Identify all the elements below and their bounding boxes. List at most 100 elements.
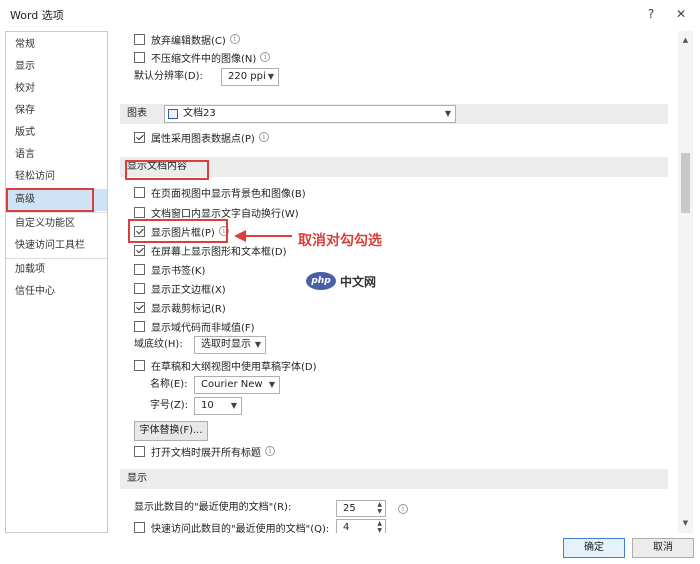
- show-bookmarks-checkbox[interactable]: [134, 263, 145, 275]
- option-label: 显示正文边框(X): [151, 284, 226, 296]
- watermark: php 中文网: [306, 272, 376, 290]
- option-row: 文档窗口内显示文字自动换行(W): [134, 204, 299, 220]
- show-text-boundaries-checkbox[interactable]: [134, 282, 145, 294]
- chevron-down-icon: ▼: [444, 109, 451, 118]
- section-title: 显示: [127, 473, 147, 484]
- option-label: 显示书签(K): [151, 265, 206, 277]
- option-row: 不压缩文件中的图像(N) i: [134, 49, 271, 65]
- highlight-frame-picture-option: [128, 219, 228, 243]
- select-value: 文档23: [183, 108, 216, 119]
- title-bar: Word 选项 ? ✕: [0, 0, 700, 28]
- php-logo-icon: php: [306, 272, 336, 290]
- word-wrap-checkbox[interactable]: [134, 206, 145, 218]
- document-icon: [168, 109, 178, 119]
- vertical-scrollbar[interactable]: ▲ ▼: [678, 31, 693, 533]
- nav-item-addins[interactable]: 加载项: [6, 259, 107, 281]
- ok-button[interactable]: 确定: [563, 538, 625, 558]
- select-value: 选取时显示: [201, 339, 251, 350]
- highlight-frame-section: [125, 160, 209, 180]
- quick-access-spinner[interactable]: 4 ▲ ▼: [336, 519, 386, 533]
- recent-docs-spinner[interactable]: 25 ▲ ▼: [336, 500, 386, 517]
- option-label: 文档窗口内显示文字自动换行(W): [151, 208, 299, 220]
- default-resolution-label: 默认分辨率(D):: [134, 71, 203, 82]
- annotation-text: 取消对勾勾选: [298, 233, 382, 249]
- nav-item-customize-ribbon[interactable]: 自定义功能区: [6, 213, 107, 235]
- spinner-value: 25: [343, 503, 356, 514]
- quick-access-checkbox[interactable]: [134, 521, 145, 533]
- option-label: 打开文档时展开所有标题: [151, 447, 261, 459]
- option-row: 显示域代码而非域值(F): [134, 318, 255, 334]
- recent-docs-label: 显示此数目的"最近使用的文档"(R):: [134, 502, 292, 513]
- nav-item-save[interactable]: 保存: [6, 100, 107, 122]
- spinner-arrows-icon[interactable]: ▲ ▼: [377, 520, 382, 533]
- spinner-arrows-icon[interactable]: ▲ ▼: [377, 501, 382, 515]
- option-label: 不压缩文件中的图像(N): [151, 53, 257, 65]
- field-shading-label: 域底纹(H):: [134, 339, 183, 350]
- info-icon: i: [229, 34, 240, 44]
- show-field-codes-checkbox[interactable]: [134, 320, 145, 332]
- option-row: 显示裁剪标记(R): [134, 299, 226, 315]
- chevron-down-icon: ▼: [267, 72, 274, 81]
- option-label: 属性采用图表数据点(P): [151, 133, 255, 145]
- option-row: 在页面视图中显示背景色和图像(B): [134, 184, 306, 200]
- font-substitution-button[interactable]: 字体替换(F)...: [134, 421, 208, 441]
- nav-item-accessibility[interactable]: 轻松访问: [6, 166, 107, 188]
- draft-font-size-select[interactable]: 10 ▼: [194, 397, 242, 415]
- option-row: 在屏幕上显示图形和文本框(D): [134, 242, 287, 258]
- nav-item-proofing[interactable]: 校对: [6, 78, 107, 100]
- no-compress-checkbox[interactable]: [134, 51, 145, 63]
- info-icon: i: [398, 504, 408, 514]
- background-color-checkbox[interactable]: [134, 186, 145, 198]
- spinner-value: 4: [343, 522, 350, 533]
- section-header-display: 显示: [120, 469, 668, 489]
- option-row: 打开文档时展开所有标题 i: [134, 443, 275, 459]
- nav-item-display[interactable]: 显示: [6, 56, 107, 78]
- nav-item-trust-center[interactable]: 信任中心: [6, 281, 107, 303]
- option-label: 显示裁剪标记(R): [151, 303, 226, 315]
- show-crop-marks-checkbox[interactable]: [134, 301, 145, 313]
- field-shading-select[interactable]: 选取时显示 ▼: [194, 336, 266, 354]
- scroll-down-icon[interactable]: ▼: [678, 516, 693, 531]
- scroll-up-icon[interactable]: ▲: [678, 33, 693, 48]
- nav-item-language[interactable]: 语言: [6, 144, 107, 166]
- select-value: 220 ppi: [228, 71, 266, 82]
- discard-edit-data-checkbox[interactable]: [134, 33, 145, 45]
- option-row: 放弃编辑数据(C) i: [134, 31, 240, 47]
- info-icon: i: [265, 446, 275, 456]
- default-resolution-select[interactable]: 220 ppi ▼: [221, 68, 279, 86]
- draft-font-size-label: 字号(Z):: [150, 400, 189, 411]
- nav-item-general[interactable]: 常规: [6, 34, 107, 56]
- help-button[interactable]: ?: [640, 4, 662, 24]
- option-label: 在页面视图中显示背景色和图像(B): [151, 188, 306, 200]
- annotation-arrow-icon: [234, 230, 292, 242]
- info-icon: i: [260, 52, 271, 62]
- option-row: 快速访问此数目的"最近使用的文档"(Q):: [134, 519, 329, 533]
- cancel-button[interactable]: 取消: [632, 538, 694, 558]
- chart-property-checkbox[interactable]: [134, 131, 145, 143]
- window-title: Word 选项: [10, 9, 64, 22]
- option-row: 显示正文边框(X): [134, 280, 226, 296]
- advanced-options-panel: 放弃编辑数据(C) i 不压缩文件中的图像(N) i 默认分辨率(D): 220…: [120, 31, 680, 533]
- option-label: 在屏幕上显示图形和文本框(D): [151, 246, 287, 258]
- highlight-frame-advanced: [6, 188, 94, 212]
- option-label: 快速访问此数目的"最近使用的文档"(Q):: [151, 523, 330, 534]
- select-value: 10: [201, 400, 214, 411]
- chart-document-select[interactable]: 文档23 ▼: [164, 105, 456, 123]
- nav-item-layout[interactable]: 版式: [6, 122, 107, 144]
- select-value: Courier New: [201, 379, 263, 390]
- option-row: 在草稿和大纲视图中使用草稿字体(D): [134, 357, 317, 373]
- draft-font-checkbox[interactable]: [134, 359, 145, 371]
- close-button[interactable]: ✕: [670, 4, 692, 24]
- expand-headings-checkbox[interactable]: [134, 445, 145, 457]
- nav-item-quick-access-toolbar[interactable]: 快速访问工具栏: [6, 235, 107, 257]
- scroll-thumb[interactable]: [681, 153, 690, 213]
- options-nav: 常规 显示 校对 保存 版式 语言 轻松访问 高级 自定义功能区 快速访问工具栏…: [5, 31, 108, 533]
- option-row: 属性采用图表数据点(P) i: [134, 129, 269, 145]
- show-drawings-checkbox[interactable]: [134, 244, 145, 256]
- section-title: 图表: [127, 108, 147, 119]
- draft-font-name-label: 名称(E):: [150, 379, 188, 390]
- chevron-down-icon: ▼: [268, 380, 275, 389]
- draft-font-name-select[interactable]: Courier New ▼: [194, 376, 280, 394]
- option-label: 放弃编辑数据(C): [151, 35, 226, 47]
- option-label: 显示域代码而非域值(F): [151, 322, 255, 334]
